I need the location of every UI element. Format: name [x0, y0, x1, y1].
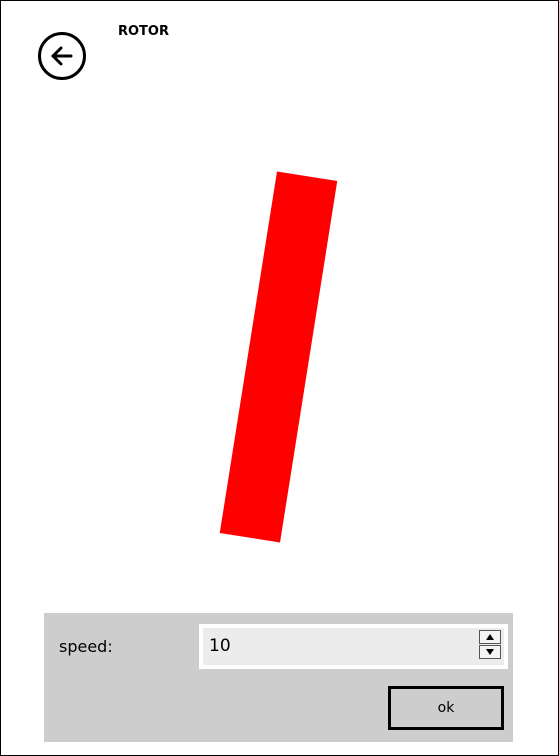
chevron-up-icon: [486, 634, 494, 640]
speed-value[interactable]: 10: [209, 636, 231, 656]
control-panel: speed: 10 ok: [44, 613, 513, 742]
spin-down-button[interactable]: [479, 645, 501, 659]
speed-label: speed:: [59, 637, 113, 656]
page-title: ROTOR: [118, 24, 169, 39]
spin-up-button[interactable]: [479, 630, 501, 644]
rotor-bar: [219, 171, 338, 543]
speed-input-box[interactable]: 10: [203, 628, 504, 665]
back-button[interactable]: [38, 32, 86, 80]
ok-button[interactable]: ok: [388, 686, 504, 730]
app-window: ROTOR speed: 10 ok: [0, 0, 559, 756]
speed-input[interactable]: 10: [199, 624, 508, 669]
speed-spinner[interactable]: [479, 630, 501, 660]
chevron-down-icon: [486, 649, 494, 655]
back-arrow-icon: [51, 46, 73, 66]
rotor-canvas: [1, 101, 559, 601]
